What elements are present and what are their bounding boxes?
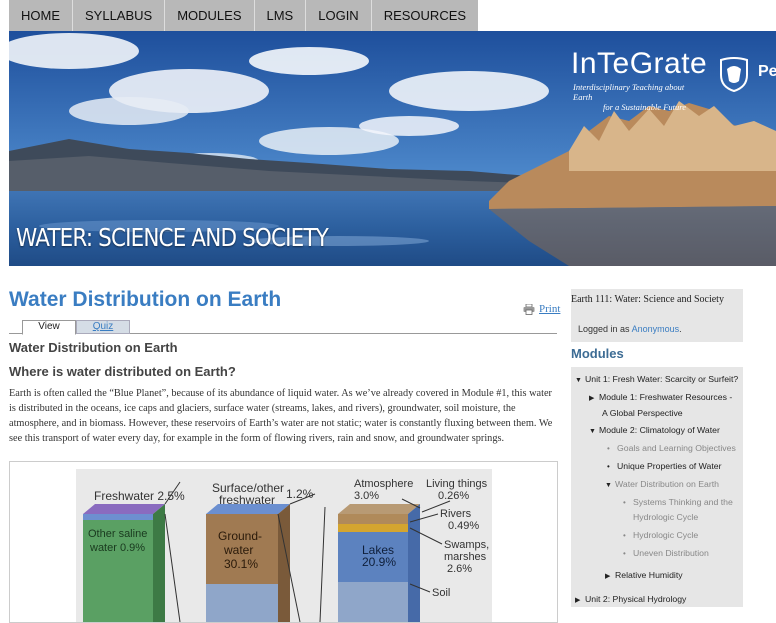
nav-module1-label-line1: Module 1: Freshwater Resources - [599,392,733,402]
bullet-icon: • [623,498,626,507]
figure-graphic: Freshwater 2.5% Other saline water 0.9% … [76,469,492,622]
page-title: Water Distribution on Earth [9,288,282,311]
tagline-line2: for a Sustainable Future [603,102,687,112]
tab-view[interactable]: View [22,320,76,335]
integrate-tagline: Interdisciplinary Teaching about Earth f… [573,82,693,112]
tagline-line1: Interdisciplinary Teaching about Earth [573,82,685,102]
other-saline-label-line2: water 0.9% [89,542,145,554]
nav-home[interactable]: HOME [9,0,73,31]
nav-login[interactable]: LOGIN [306,0,372,31]
groundwater-label-line2: water [223,543,253,557]
bullet-icon: • [623,531,626,540]
swamps-pct: 2.6% [447,563,472,575]
nav-unique[interactable]: • Unique Properties of Water [607,459,721,474]
nav-unit1-label: Unit 1: Fresh Water: Scarcity or Surfeit… [585,374,739,384]
bullet-icon: • [607,462,610,471]
atmosphere-pct: 3.0% [354,490,379,502]
nav-unit2[interactable]: ▶ Unit 2: Physical Hydrology [575,592,686,608]
expand-down-icon: ▼ [589,428,596,435]
modules-nav: ▼ Unit 1: Fresh Water: Scarcity or Surfei… [571,367,743,607]
groundwater-pct: 30.1% [224,557,258,571]
swamps-label-line1: Swamps, [444,539,489,551]
nav-module1[interactable]: ▶ Module 1: Freshwater Resources - A Glob… [589,390,732,421]
tab-quiz[interactable]: Quiz [76,320,130,334]
nav-unit2-label: Unit 2: Physical Hydrology [585,594,687,604]
swamps-label-line2: marshes [444,551,487,563]
print-link[interactable]: Print [523,303,560,315]
collapse-right-icon: ▶ [605,573,611,580]
surface-label-line2: freshwater [219,493,275,507]
atmosphere-label: Atmosphere [354,478,413,490]
bullet-icon: • [623,549,626,558]
rivers-label: Rivers [440,508,472,520]
nav-unit1[interactable]: ▼ Unit 1: Fresh Water: Scarcity or Surfei… [575,372,738,388]
nav-goals-label: Goals and Learning Objectives [617,443,736,453]
nav-distribution[interactable]: ▼ Water Distribution on Earth [605,477,719,493]
modules-heading: Modules [571,346,624,361]
nav-systems-label-line2: Hydrologic Cycle [633,512,699,522]
nav-module2-label: Module 2: Climatology of Water [599,425,720,435]
nav-systems-label-line1: Systems Thinking and the [633,497,733,507]
top-nav: HOME SYLLABUS MODULES LMS LOGIN RESOURCE… [9,0,479,31]
collapse-right-icon: ▶ [575,597,581,604]
surface-pct: 1.2% [286,487,314,501]
logged-in-suffix: . [679,324,682,334]
user-link[interactable]: Anonymous [632,324,680,334]
print-label[interactable]: Print [539,303,560,315]
intro-paragraph: Earth is often called the “Blue Planet”,… [9,388,553,444]
content-tabs: View Quiz [9,320,557,335]
lakes-pct: 20.9% [362,555,396,569]
nav-unique-label: Unique Properties of Water [617,461,722,471]
psu-shield-icon[interactable] [719,57,749,92]
login-status: Logged in as Anonymous. [578,324,682,334]
nav-hydrologic[interactable]: • Hydrologic Cycle [623,528,698,543]
course-info-box: Earth 111: Water: Science and Society Lo… [571,289,743,342]
section-heading: Water Distribution on Earth [9,340,178,355]
nav-goals[interactable]: • Goals and Learning Objectives [607,441,736,456]
expand-down-icon: ▼ [605,482,612,489]
integrate-logo[interactable]: InTeGrate [571,47,707,81]
collapse-right-icon: ▶ [589,395,595,402]
bullet-icon: • [607,444,610,453]
groundwater-label-line1: Ground- [218,529,262,543]
nav-module2[interactable]: ▼ Module 2: Climatology of Water [589,423,720,439]
nav-uneven-label: Uneven Distribution [633,548,709,558]
rivers-pct: 0.49% [448,520,479,532]
course-name: Earth 111: Water: Science and Society [571,294,724,305]
freshwater-bar [83,504,165,622]
nav-distribution-label: Water Distribution on Earth [615,479,719,489]
printer-icon [523,303,535,315]
nav-hydrologic-label: Hydrologic Cycle [633,530,699,540]
banner: WATER: SCIENCE AND SOCIETY InTeGrate Int… [9,31,776,266]
water-distribution-figure: Freshwater 2.5% Other saline water 0.9% … [9,461,558,623]
living-things-pct: 0.26% [438,490,469,502]
course-title[interactable]: WATER: SCIENCE AND SOCIETY [16,223,329,252]
nav-lms[interactable]: LMS [255,0,307,31]
nav-uneven[interactable]: • Uneven Distribution [623,546,709,561]
nav-module1-label-line2: A Global Perspective [602,408,683,418]
nav-resources[interactable]: RESOURCES [372,0,478,31]
other-saline-label-line1: Other saline [88,528,147,540]
nav-syllabus[interactable]: SYLLABUS [73,0,166,31]
logged-in-prefix: Logged in as [578,324,632,334]
freshwater-label: Freshwater 2.5% [94,489,185,503]
nav-systems[interactable]: • Systems Thinking and the Hydrologic Cyc… [623,495,733,525]
nav-humidity-label: Relative Humidity [615,570,683,580]
nav-humidity[interactable]: ▶ Relative Humidity [605,568,683,584]
soil-label: Soil [432,587,450,599]
living-things-label: Living things [426,478,488,490]
nav-modules[interactable]: MODULES [165,0,255,31]
question-heading: Where is water distributed on Earth? [9,364,236,379]
psu-wordmark: Pe [758,63,776,80]
expand-down-icon: ▼ [575,377,582,384]
